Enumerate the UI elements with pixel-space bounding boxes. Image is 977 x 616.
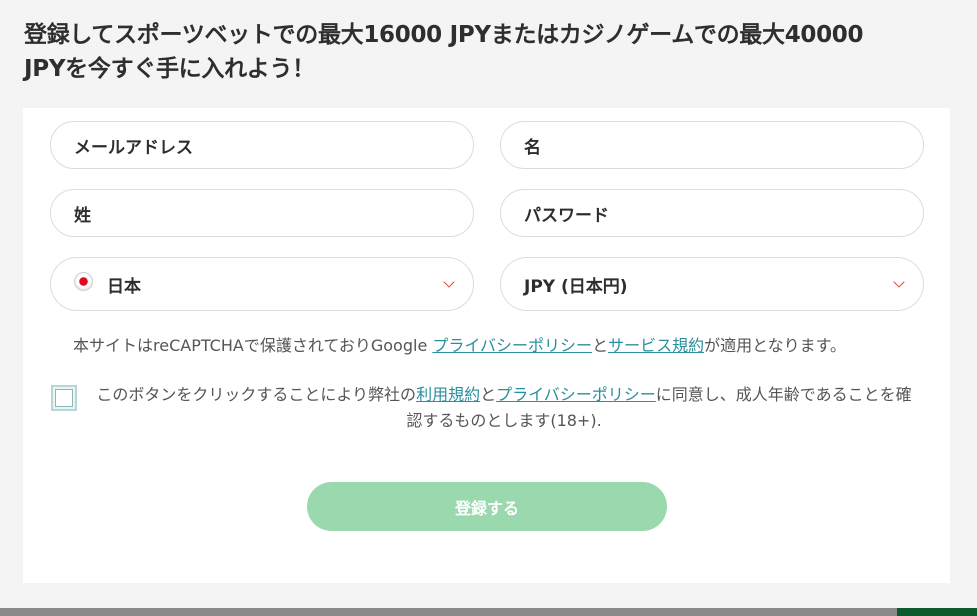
chevron-down-icon [443, 276, 455, 288]
title-line-1: 登録してスポーツベットでの最大16000 JPYまたはカジノゲームでの最大400… [24, 22, 864, 48]
privacy-policy-link[interactable]: プライバシーポリシー [496, 385, 656, 404]
japan-flag-icon [74, 271, 93, 291]
google-terms-link[interactable]: サービス規約 [608, 336, 704, 355]
last-name-field[interactable]: 姓 [50, 189, 474, 237]
recaptcha-notice: 本サイトはreCAPTCHAで保護されておりGoogle プライバシーポリシーと… [73, 332, 846, 356]
page-title: 登録してスポーツベットでの最大16000 JPYまたはカジノゲームでの最大400… [24, 18, 954, 86]
consent-and: と [480, 385, 497, 404]
email-field[interactable]: メールアドレス [50, 121, 474, 169]
country-value: 日本 [107, 276, 141, 297]
recaptcha-and: と [592, 336, 609, 355]
currency-value: JPY (日本円) [524, 276, 628, 297]
recaptcha-prefix: 本サイトはreCAPTCHAで保護されておりGoogle [73, 336, 433, 355]
chevron-down-icon [893, 276, 905, 288]
bottom-strip [0, 608, 977, 616]
last-name-placeholder: 姓 [74, 205, 91, 226]
password-placeholder: パスワード [524, 205, 609, 226]
bottom-strip-accent [897, 608, 977, 616]
email-placeholder: メールアドレス [74, 137, 193, 158]
register-button[interactable]: 登録する [307, 482, 667, 531]
first-name-field[interactable]: 名 [500, 121, 924, 169]
registration-page: 登録してスポーツベットでの最大16000 JPYまたはカジノゲームでの最大400… [0, 0, 977, 616]
password-field[interactable]: パスワード [500, 189, 924, 237]
currency-select[interactable]: JPY (日本円) [500, 257, 924, 311]
terms-of-use-link[interactable]: 利用規約 [416, 385, 480, 404]
first-name-placeholder: 名 [524, 137, 541, 158]
registration-form: メールアドレス 名 姓 パスワード 日本 JPY (日本円) 本サイトはreCA… [23, 108, 950, 583]
title-line-2: JPYを今すぐ手に入れよう！ [24, 56, 315, 82]
google-privacy-link[interactable]: プライバシーポリシー [432, 336, 592, 355]
consent-text: このボタンをクリックすることにより弊社の利用規約とプライバシーポリシーに同意し、… [89, 382, 919, 434]
recaptcha-suffix: が適用となります。 [704, 336, 847, 355]
consent-prefix: このボタンをクリックすることにより弊社の [96, 385, 417, 404]
consent-checkbox[interactable] [51, 385, 77, 411]
country-select[interactable]: 日本 [50, 257, 474, 311]
